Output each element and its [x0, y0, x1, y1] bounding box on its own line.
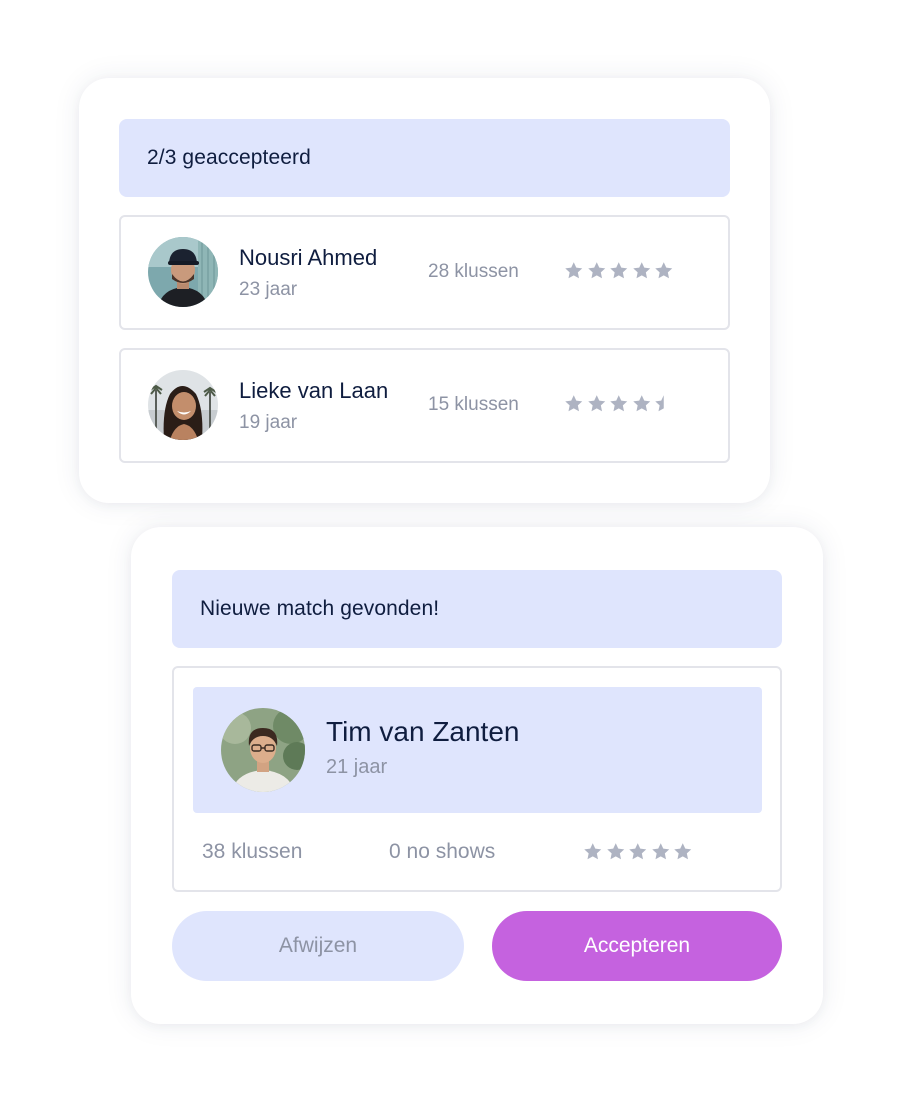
match-banner-text: Nieuwe match gevonden! — [200, 597, 440, 620]
star-icon — [610, 262, 628, 279]
avatar — [221, 708, 305, 792]
candidate-name: Nousri Ahmed — [239, 245, 378, 270]
star-icon — [632, 395, 650, 412]
candidate-name: Lieke van Laan — [239, 378, 389, 403]
candidate-row[interactable]: Nousri Ahmed 23 jaar 28 klussen — [119, 215, 730, 330]
match-profile: Tim van Zanten 21 jaar 38 klussen 0 no s… — [172, 666, 782, 892]
match-banner: Nieuwe match gevonden! — [172, 570, 782, 648]
star-icon — [629, 843, 647, 860]
avatar — [148, 237, 218, 307]
match-no-shows: 0 no shows — [389, 840, 496, 863]
star-icon — [610, 395, 628, 412]
match-age: 21 jaar — [326, 756, 388, 778]
star-icon — [587, 395, 605, 412]
match-card: Nieuwe match gevonden! Tim van Zanten 21… — [131, 527, 823, 1024]
star-icon — [655, 395, 664, 412]
man-with-cap-photo-icon — [148, 237, 218, 307]
accepted-card: 2/3 geaccepteerd Nousri Ahmed 23 jaar 28… — [79, 78, 770, 503]
star-rating — [564, 394, 674, 413]
star-rating — [583, 842, 693, 861]
young-man-photo-icon — [221, 708, 305, 792]
star-icon — [565, 262, 583, 279]
candidate-age: 23 jaar — [239, 279, 298, 300]
match-name: Tim van Zanten — [326, 716, 520, 747]
star-icon — [584, 843, 602, 860]
star-icon — [655, 262, 673, 279]
accepted-banner: 2/3 geaccepteerd — [119, 119, 730, 197]
smiling-woman-photo-icon — [148, 370, 218, 440]
star-icon — [674, 843, 692, 860]
star-icon — [565, 395, 583, 412]
accept-button[interactable]: Accepteren — [492, 911, 782, 981]
candidate-row[interactable]: Lieke van Laan 19 jaar 15 klussen — [119, 348, 730, 463]
candidate-age: 19 jaar — [239, 412, 298, 433]
star-rating — [564, 261, 674, 280]
star-icon — [632, 262, 650, 279]
accepted-count-text: 2/3 geaccepteerd — [147, 146, 311, 169]
candidate-jobs: 28 klussen — [428, 261, 519, 282]
match-profile-header[interactable]: Tim van Zanten 21 jaar — [193, 687, 762, 813]
star-icon — [587, 262, 605, 279]
reject-button[interactable]: Afwijzen — [172, 911, 464, 981]
avatar — [148, 370, 218, 440]
match-jobs: 38 klussen — [202, 840, 303, 863]
star-icon — [651, 843, 669, 860]
candidate-jobs: 15 klussen — [428, 394, 519, 415]
star-icon — [606, 843, 624, 860]
